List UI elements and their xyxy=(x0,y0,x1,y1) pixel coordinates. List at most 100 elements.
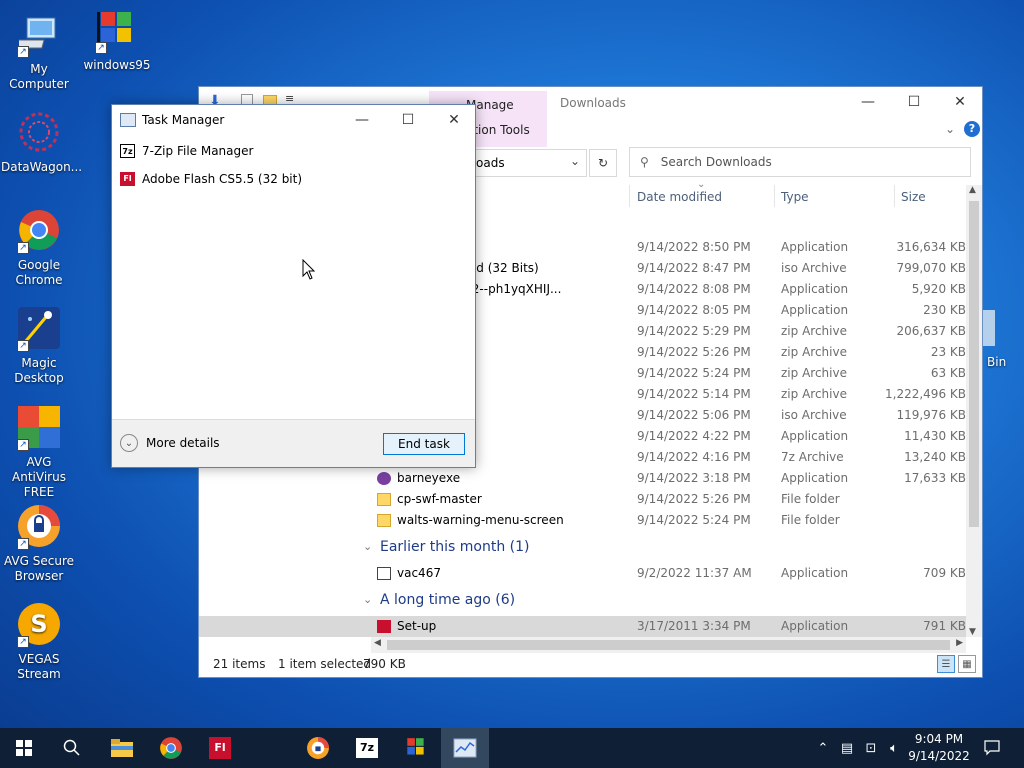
end-task-button[interactable]: End task xyxy=(383,433,465,455)
taskbar-windows95[interactable] xyxy=(392,728,440,768)
adobe-flash-icon: Fl xyxy=(209,737,231,759)
chrome-icon: ↗ xyxy=(15,206,63,254)
file-size: 206,637 KB xyxy=(896,324,966,338)
volume-icon[interactable]: 🔈︎ xyxy=(883,728,905,768)
magic-desktop-icon: ↗ xyxy=(15,304,63,352)
scrollbar-thumb[interactable] xyxy=(387,640,950,650)
search-input[interactable]: ⚲ Search Downloads xyxy=(629,147,971,177)
chevron-down-icon[interactable]: ⌄ xyxy=(570,154,580,168)
file-name: walts-warning-menu-screen xyxy=(397,513,564,527)
file-size: 13,240 KB xyxy=(904,450,966,464)
desktop-icon-windows95[interactable]: ↗ windows95 xyxy=(79,6,155,73)
desktop-icon-magic-desktop[interactable]: ↗ Magic Desktop xyxy=(1,304,77,386)
column-header-size[interactable]: Size xyxy=(901,190,926,204)
desktop-icon-label: Magic Desktop xyxy=(14,356,64,385)
taskbar: Fl 7z ⌃ ▤ ⊡ 🔈︎ 9:04 PM 9/14/2022 xyxy=(0,728,1024,768)
scroll-left-icon[interactable]: ◀ xyxy=(374,638,381,648)
file-row[interactable]: barneyexe 9/14/2022 3:18 PM Application 17,… xyxy=(199,468,966,489)
vertical-scrollbar[interactable]: ▲ ▼ xyxy=(966,185,982,637)
avg-antivirus-icon: ↗ xyxy=(15,403,63,451)
desktop-icon-recycle-bin[interactable]: Bin xyxy=(983,306,1024,372)
more-details-toggle[interactable]: ⌄ More details xyxy=(120,434,220,452)
horizontal-scrollbar[interactable]: ◀ ▶ xyxy=(371,637,966,653)
chevron-down-icon: ⌄ xyxy=(363,540,373,553)
file-size: 119,976 KB xyxy=(896,408,966,422)
file-size: 230 KB xyxy=(923,303,966,317)
taskbar-avg-secure-browser[interactable] xyxy=(294,728,342,768)
task-item-7zip[interactable]: 7z 7-Zip File Manager xyxy=(112,137,475,165)
file-name: cp-swf-master xyxy=(397,492,482,506)
details-view-button[interactable]: ☰ xyxy=(937,655,955,673)
group-header-long-ago[interactable]: ⌄ A long time ago (6) xyxy=(199,584,966,616)
file-row[interactable]: vac467 9/2/2022 11:37 AM Application 709 KB xyxy=(199,563,966,584)
file-type: iso Archive xyxy=(781,261,847,275)
taskbar-7zip[interactable]: 7z xyxy=(343,728,391,768)
scroll-right-icon[interactable]: ▶ xyxy=(956,638,963,648)
ribbon-expand-icon[interactable]: ⌄ xyxy=(945,122,955,136)
refresh-button[interactable]: ↻ xyxy=(589,149,617,177)
large-icons-view-button[interactable]: ▦ xyxy=(958,655,976,673)
file-type: zip Archive xyxy=(781,387,847,401)
barney-app-icon xyxy=(377,472,391,485)
taskbar-file-explorer[interactable] xyxy=(98,728,146,768)
desktop-icon-avg-antivirus[interactable]: ↗ AVG AntiVirus FREE xyxy=(1,403,77,500)
column-header-date[interactable]: Date modified xyxy=(637,190,722,204)
system-clock[interactable]: 9:04 PM 9/14/2022 xyxy=(905,731,973,765)
file-date: 3/17/2011 3:34 PM xyxy=(637,619,751,633)
file-date: 9/14/2022 4:16 PM xyxy=(637,450,751,464)
scrollbar-thumb[interactable] xyxy=(969,201,979,527)
file-date: 9/14/2022 8:08 PM xyxy=(637,282,751,296)
file-size: 799,070 KB xyxy=(896,261,966,275)
search-button[interactable] xyxy=(48,728,96,768)
window-title: Downloads xyxy=(560,96,626,110)
scroll-up-icon[interactable]: ▲ xyxy=(969,185,976,195)
search-icon: ⚲ xyxy=(640,155,649,169)
minimize-button[interactable]: — xyxy=(339,105,385,135)
desktop-icon-datawagon[interactable]: DataWagon... xyxy=(1,108,82,175)
taskbar-adobe-flash[interactable]: Fl xyxy=(196,728,244,768)
task-manager-footer: ⌄ More details End task xyxy=(112,419,475,467)
taskbar-task-manager[interactable] xyxy=(441,728,489,768)
minimize-button[interactable]: — xyxy=(845,87,891,117)
desktop-icon-label: My Computer xyxy=(9,62,69,91)
show-hidden-icons-button[interactable]: ⌃ xyxy=(812,728,834,768)
desktop-icon-vegas-stream[interactable]: S ↗ VEGAS Stream xyxy=(1,600,77,682)
avg-secure-browser-icon: ↗ xyxy=(15,502,63,550)
file-row[interactable]: walts-warning-menu-screen 9/14/2022 5:24 … xyxy=(199,510,966,531)
file-size: 23 KB xyxy=(930,345,966,359)
close-button[interactable]: ✕ xyxy=(937,87,983,117)
scroll-down-icon[interactable]: ▼ xyxy=(969,627,976,637)
more-details-label: More details xyxy=(146,436,220,450)
notification-center-button[interactable] xyxy=(978,728,1006,768)
chrome-icon xyxy=(160,737,182,759)
group-header-earlier[interactable]: ⌄ Earlier this month (1) xyxy=(199,531,966,563)
computer-icon: ↗ xyxy=(15,10,63,58)
svg-text:S: S xyxy=(30,610,47,638)
desktop-icon-avg-secure-browser[interactable]: ↗ AVG Secure Browser xyxy=(1,502,77,584)
file-type: Application xyxy=(781,303,849,317)
taskbar-chrome[interactable] xyxy=(147,728,195,768)
task-manager-window[interactable]: Task Manager — ☐ ✕ 7z 7-Zip File Manager… xyxy=(111,104,476,468)
address-bar[interactable]: oads ⌄ xyxy=(475,149,587,177)
7zip-icon: 7z xyxy=(356,738,378,758)
desktop-icon-my-computer[interactable]: ↗ My Computer xyxy=(1,10,77,92)
file-row[interactable]: Set-up 3/17/2011 3:34 PM Application 791 KB xyxy=(199,616,966,637)
start-button[interactable] xyxy=(0,728,48,768)
maximize-button[interactable]: ☐ xyxy=(385,105,431,135)
task-manager-title-bar: Task Manager — ☐ ✕ xyxy=(112,105,475,135)
task-item-adobe-flash[interactable]: Fl Adobe Flash CS5.5 (32 bit) xyxy=(112,165,475,193)
shortcut-arrow-icon: ↗ xyxy=(17,242,29,254)
adobe-flash-icon xyxy=(377,620,391,633)
maximize-button[interactable]: ☐ xyxy=(891,87,937,117)
task-item-label: Adobe Flash CS5.5 (32 bit) xyxy=(142,172,303,186)
file-size: 63 KB xyxy=(930,366,966,380)
help-icon[interactable]: ? xyxy=(964,121,980,137)
close-button[interactable]: ✕ xyxy=(431,105,477,135)
desktop-icon-google-chrome[interactable]: ↗ Google Chrome xyxy=(1,206,77,288)
tray-device-icon[interactable]: ▤ xyxy=(836,728,858,768)
network-icon[interactable]: ⊡ xyxy=(860,728,882,768)
column-header-type[interactable]: Type xyxy=(781,190,809,204)
file-row[interactable]: cp-swf-master 9/14/2022 5:26 PM File folde… xyxy=(199,489,966,510)
file-type: Application xyxy=(781,282,849,296)
file-size: 316,634 KB xyxy=(896,240,966,254)
